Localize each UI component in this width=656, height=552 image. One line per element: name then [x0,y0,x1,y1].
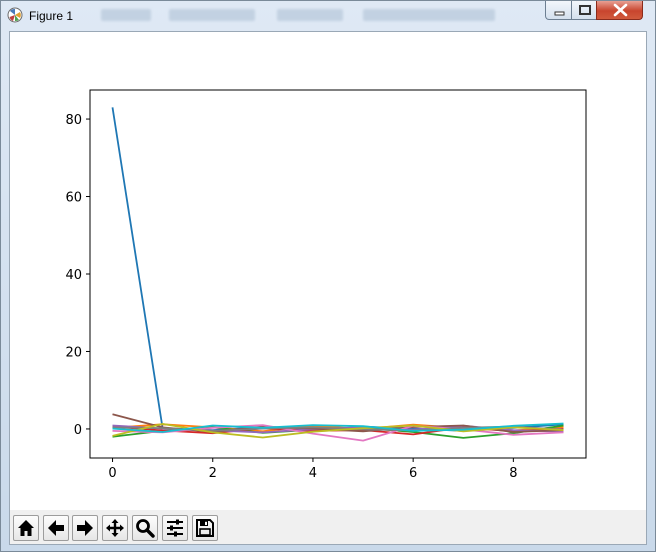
series-line-1 [111,107,564,432]
y-tick-label: 0 [74,423,82,438]
close-icon [613,3,628,17]
y-tick-label: 40 [65,268,82,283]
move-arrows-icon [106,519,124,537]
window-title: Figure 1 [29,9,74,23]
x-tick-label: 6 [409,466,417,481]
zoom-button[interactable] [132,515,158,541]
axes-frame [89,89,587,459]
line-chart[interactable]: 0 2 4 6 8020406080 [10,32,646,510]
configure-subplots-button[interactable] [162,515,188,541]
sliders-icon [167,519,183,537]
minimize-button[interactable] [545,1,572,20]
save-button[interactable] [192,515,218,541]
figure-canvas-area: 0 2 4 6 8 0 20 40 60 80 [9,31,647,545]
pan-button[interactable] [102,515,128,541]
title-bar[interactable]: Figure 1 [1,1,655,31]
arrow-left-icon [48,520,64,536]
figure-window: Figure 1 0 2 4 6 8 0 20 40 60 80 [0,0,656,552]
maximize-button[interactable] [571,1,597,20]
y-tick-label: 60 [65,191,82,206]
home-icon [18,520,34,536]
arrow-right-icon [77,520,93,536]
x-tick-label: 8 [509,466,517,481]
x-tick-label: 0 [108,466,116,481]
navigation-toolbar [10,510,646,544]
close-button[interactable] [596,1,643,20]
minimize-icon [554,11,565,16]
forward-button[interactable] [72,515,98,541]
x-tick-label: 4 [309,466,317,481]
maximize-icon [579,5,591,15]
blurred-background-tabs [101,7,521,23]
x-tick-label: 2 [209,466,217,481]
back-button[interactable] [43,515,69,541]
matplotlib-logo-icon [7,7,23,23]
floppy-disk-icon [196,519,214,537]
home-button[interactable] [13,515,39,541]
y-tick-label: 20 [65,345,82,360]
window-controls [545,1,647,21]
magnifier-icon [136,519,155,538]
y-tick-label: 80 [65,113,82,128]
